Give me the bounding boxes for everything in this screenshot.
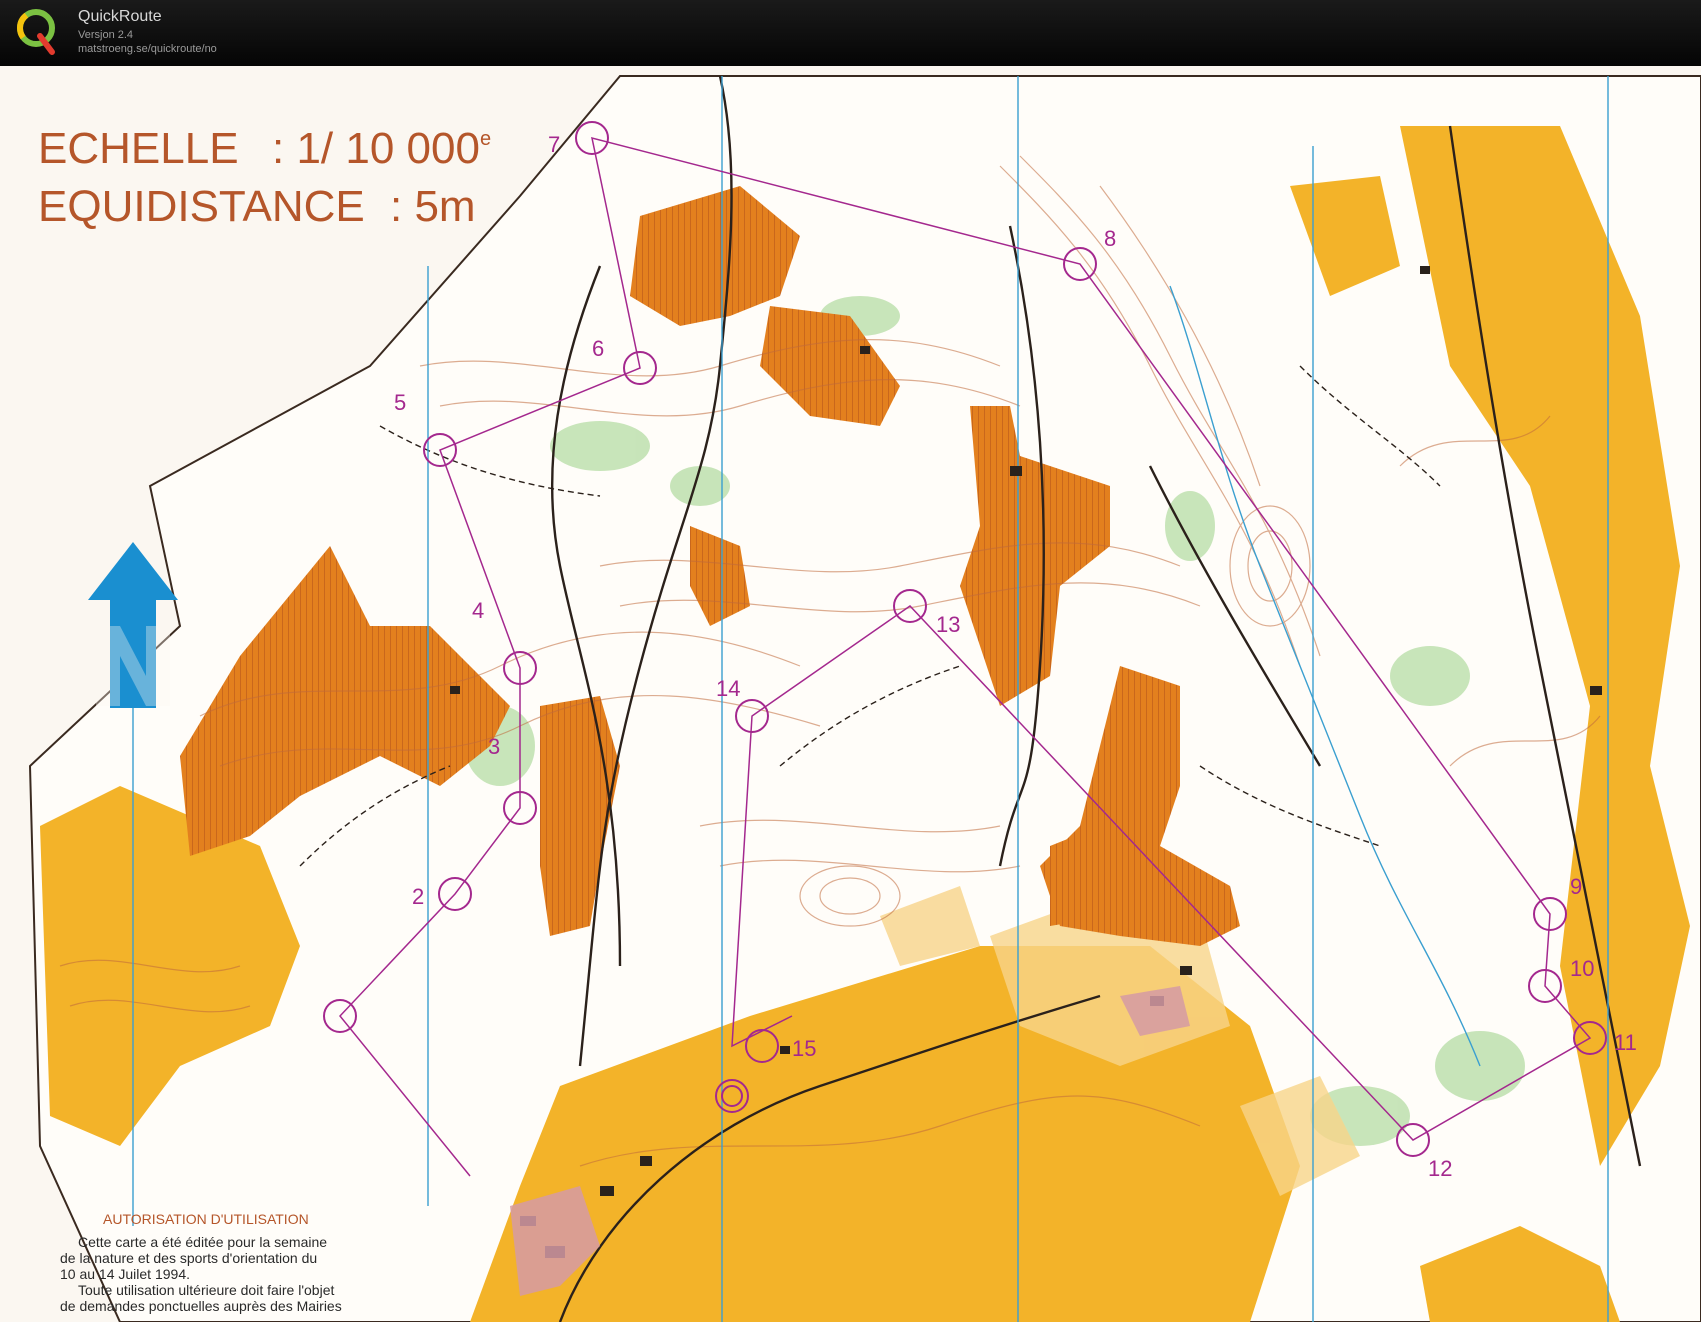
scale-value: : 1/ 10 000e bbox=[272, 124, 492, 173]
control-number: 6 bbox=[592, 336, 604, 361]
authorization-line: de la nature et des sports d'orientation… bbox=[60, 1250, 318, 1266]
control-number: 10 bbox=[1570, 956, 1594, 981]
equidistance-label: EQUIDISTANCE bbox=[38, 182, 365, 231]
control-number: 2 bbox=[412, 884, 424, 909]
authorization-line: Toute utilisation ultérieure doit faire … bbox=[78, 1282, 335, 1298]
control-number: 3 bbox=[488, 734, 500, 759]
authorization-line: Cette carte a été éditée pour la semaine bbox=[78, 1234, 328, 1250]
orienteering-map[interactable]: 2 3 4 5 6 7 8 9 10 11 12 13 14 15 bbox=[0, 66, 1701, 1322]
control-number: 4 bbox=[472, 598, 484, 623]
control-number: 15 bbox=[792, 1036, 816, 1061]
control-number: 12 bbox=[1428, 1156, 1452, 1181]
control-number: 7 bbox=[548, 132, 560, 157]
control-number: 8 bbox=[1104, 226, 1116, 251]
quickroute-logo-icon bbox=[17, 9, 55, 55]
control-number: 14 bbox=[716, 676, 740, 701]
authorization-line: de demandes ponctuelles auprès des Mairi… bbox=[60, 1298, 342, 1314]
title-bar: QuickRoute Versjon 2.4 matstroeng.se/qui… bbox=[0, 0, 1701, 66]
control-number: 5 bbox=[394, 390, 406, 415]
scale-label: ECHELLE bbox=[38, 124, 239, 173]
control-number: 13 bbox=[936, 612, 960, 637]
app-version: Versjon 2.4 bbox=[78, 29, 134, 41]
authorization-line: 10 au 14 Juilet 1994. bbox=[60, 1266, 190, 1282]
authorization-text: Cette carte a été éditée pour la semaine… bbox=[60, 1234, 380, 1314]
equidistance-value: : 5m bbox=[390, 182, 476, 231]
authorization-title: AUTORISATION D'UTILISATION bbox=[103, 1211, 309, 1227]
app-name: QuickRoute bbox=[78, 8, 162, 25]
map-view[interactable]: 2 3 4 5 6 7 8 9 10 11 12 13 14 15 ECHELL… bbox=[0, 66, 1701, 1322]
control-number: 11 bbox=[1614, 1030, 1637, 1055]
scale-superscript: e bbox=[479, 128, 492, 150]
control-number: 9 bbox=[1570, 874, 1582, 899]
app-url[interactable]: matstroeng.se/quickroute/no bbox=[78, 43, 217, 55]
